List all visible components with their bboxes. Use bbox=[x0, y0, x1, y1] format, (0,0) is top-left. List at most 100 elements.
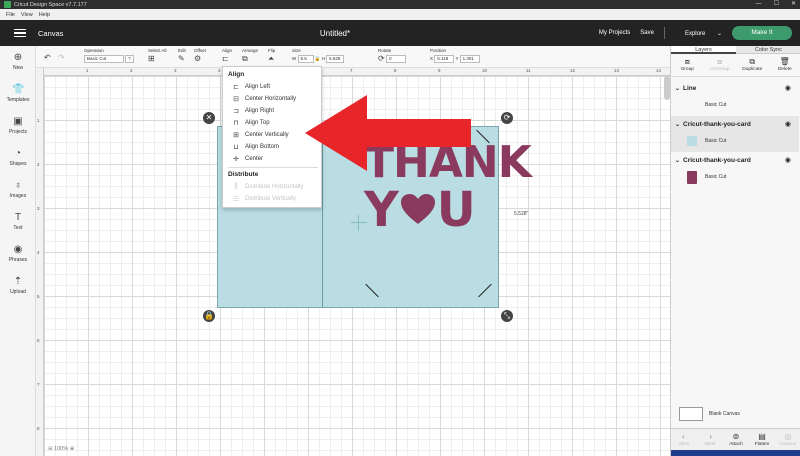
distribute-horizontally-option[interactable]: ⫼ Distribute Horizontally bbox=[231, 181, 319, 192]
layer-row-line[interactable]: Basic Cut bbox=[687, 98, 787, 112]
chevron-down-icon[interactable]: ⌄ bbox=[675, 85, 683, 92]
blank-canvas-row[interactable]: Blank Canvas bbox=[679, 406, 797, 422]
position-x-input[interactable]: 5.118 bbox=[434, 55, 455, 63]
operation-help-icon[interactable]: ? bbox=[125, 55, 134, 63]
text-tool[interactable]: T Text bbox=[0, 212, 36, 231]
chevron-down-icon[interactable]: ⌄ bbox=[675, 157, 683, 164]
center-vertical-icon: ⊞ bbox=[233, 131, 239, 139]
make-it-button[interactable]: Make It bbox=[732, 26, 792, 40]
folder-icon: ▣ bbox=[13, 116, 23, 127]
select-all-icon[interactable]: ⊞ bbox=[148, 55, 155, 63]
distribute-vertical-icon: ☰ bbox=[232, 195, 240, 203]
menu-help[interactable]: Help bbox=[39, 12, 50, 18]
menu-file[interactable]: File bbox=[6, 12, 15, 18]
duplicate-icon: ⧉ bbox=[749, 57, 756, 66]
window-title-bar: Cricut Design Space v7.7.177 — ☐ ✕ bbox=[0, 0, 800, 9]
flatten-button[interactable]: ▤ Flatten bbox=[749, 429, 775, 450]
rotate-input[interactable]: 0 bbox=[385, 55, 406, 63]
blank-canvas-swatch bbox=[679, 407, 703, 421]
you-text: Y U bbox=[364, 182, 476, 238]
height-dimension-label: 5.528" bbox=[514, 211, 529, 217]
upload-tool[interactable]: ⇡ Upload bbox=[0, 276, 36, 295]
new-tool[interactable]: ⊕ New bbox=[0, 52, 36, 71]
eye-icon[interactable]: ◉ bbox=[785, 120, 791, 128]
ungroup-button[interactable]: ⧇ UnGroup bbox=[704, 55, 737, 76]
menu-view[interactable]: View bbox=[21, 12, 33, 18]
ruler-vertical: 1 2 3 4 5 6 7 8 bbox=[36, 68, 44, 456]
operation-select[interactable]: Basic Cut bbox=[84, 55, 124, 63]
my-projects-link[interactable]: My Projects bbox=[599, 30, 630, 36]
window-title: Cricut Design Space v7.7.177 bbox=[14, 1, 87, 8]
contour-button[interactable]: ◎ Contour bbox=[775, 429, 800, 450]
save-button[interactable]: Save bbox=[640, 30, 654, 36]
redo-icon[interactable]: ↷ bbox=[58, 54, 65, 62]
projects-tool[interactable]: ▣ Projects bbox=[0, 116, 36, 135]
close-window-button[interactable]: ✕ bbox=[791, 0, 796, 9]
tab-color-sync[interactable]: Color Sync bbox=[736, 46, 800, 54]
align-right-icon: ⊐ bbox=[233, 107, 239, 115]
layer-swatch bbox=[687, 100, 697, 110]
document-title: Untitled* bbox=[319, 28, 351, 38]
delete-button[interactable]: 🗑 Delete bbox=[769, 55, 800, 76]
attach-button[interactable]: ⊚ Attach bbox=[723, 429, 749, 450]
corner-slit-bottom-left bbox=[365, 283, 379, 298]
lock-handle-icon[interactable]: 🔒 bbox=[203, 310, 215, 322]
layer-group-text[interactable]: ⌄ Cricut-thank-you-card ◉ Basic Cut bbox=[671, 152, 799, 192]
align-icon[interactable]: ⊏ bbox=[222, 55, 229, 63]
layer-row-text[interactable]: Basic Cut bbox=[687, 170, 787, 184]
delete-handle-icon[interactable]: ✕ bbox=[203, 112, 215, 124]
layer-row-card[interactable]: Basic Cut bbox=[687, 134, 787, 148]
width-input[interactable]: 8.5 bbox=[297, 55, 314, 63]
layer-swatch bbox=[687, 136, 697, 146]
red-arrow-annotation bbox=[305, 95, 471, 171]
distribute-horizontal-icon: ⫼ bbox=[234, 182, 238, 190]
weld-button[interactable]: ◑ Weld bbox=[697, 429, 723, 450]
chevron-down-icon[interactable]: ⌄ bbox=[675, 121, 683, 128]
arrange-icon[interactable]: ⧉ bbox=[242, 55, 248, 63]
slice-icon: ◐ bbox=[681, 432, 687, 441]
minimize-button[interactable]: — bbox=[756, 0, 762, 9]
templates-tool[interactable]: 👕 Templates bbox=[0, 84, 36, 103]
layers-panel: Layers Color Sync ⧈ Group ⧇ UnGroup ⧉ Dupli… bbox=[670, 46, 800, 456]
slice-button[interactable]: ◐ Slice bbox=[671, 429, 697, 450]
corner-slit-bottom-right bbox=[478, 283, 492, 298]
explore-dropdown[interactable]: Explore ⌄ bbox=[675, 30, 722, 37]
images-tool[interactable]: ♁ Images bbox=[0, 180, 36, 199]
duplicate-button[interactable]: ⧉ Duplicate bbox=[736, 55, 769, 76]
edit-icon[interactable]: ✎ bbox=[178, 55, 185, 63]
bulb-icon: ♁ bbox=[14, 180, 22, 191]
align-left-option[interactable]: ⊏ Align Left bbox=[231, 81, 319, 92]
group-button[interactable]: ⧈ Group bbox=[671, 55, 704, 76]
height-input[interactable]: 5.528 bbox=[326, 55, 345, 63]
layer-group-line[interactable]: ⌄ Line ◉ Basic Cut bbox=[671, 80, 799, 116]
position-y-input[interactable]: 1.301 bbox=[459, 55, 480, 63]
eye-icon[interactable]: ◉ bbox=[785, 156, 791, 164]
left-toolbar: ⊕ New 👕 Templates ▣ Projects ◔ Shapes ♁ … bbox=[0, 46, 36, 456]
resize-handle-icon[interactable]: ⤡ bbox=[501, 310, 513, 322]
weld-icon: ◑ bbox=[707, 432, 713, 441]
zoom-level[interactable]: ⊖ 100% ⊕ bbox=[48, 446, 74, 452]
trash-icon: 🗑 bbox=[779, 57, 790, 66]
offset-icon[interactable]: ⚙ bbox=[194, 55, 201, 63]
distribute-vertically-option[interactable]: ☰ Distribute Vertically bbox=[231, 193, 319, 204]
layer-swatch bbox=[687, 170, 697, 184]
lock-icon[interactable]: 🔒 bbox=[315, 56, 321, 61]
shirt-icon: 👕 bbox=[12, 84, 25, 95]
rotate-icon: ⟳ bbox=[378, 54, 385, 63]
tab-layers[interactable]: Layers bbox=[671, 46, 736, 54]
ruler-horizontal: 1 2 3 4 5 6 7 8 9 10 11 12 13 14 bbox=[36, 68, 670, 76]
cricut-app-icon bbox=[4, 1, 11, 8]
shapes-tool[interactable]: ◔ Shapes bbox=[0, 148, 36, 167]
distribute-heading: Distribute bbox=[228, 171, 259, 178]
rotate-handle-icon[interactable]: ⟳ bbox=[501, 112, 513, 124]
align-heading: Align bbox=[228, 71, 245, 78]
undo-icon[interactable]: ↶ bbox=[44, 54, 51, 62]
eye-icon[interactable]: ◉ bbox=[785, 84, 791, 92]
text-icon: T bbox=[14, 212, 22, 223]
flip-icon[interactable]: ⏶ bbox=[268, 55, 274, 63]
chat-icon: ◉ bbox=[13, 244, 23, 255]
layer-group-card[interactable]: ⌄ Cricut-thank-you-card ◉ Basic Cut bbox=[671, 116, 799, 152]
maximize-button[interactable]: ☐ bbox=[774, 0, 779, 9]
group-icon: ⧈ bbox=[684, 57, 690, 66]
phrases-tool[interactable]: ◉ Phrases bbox=[0, 244, 36, 263]
